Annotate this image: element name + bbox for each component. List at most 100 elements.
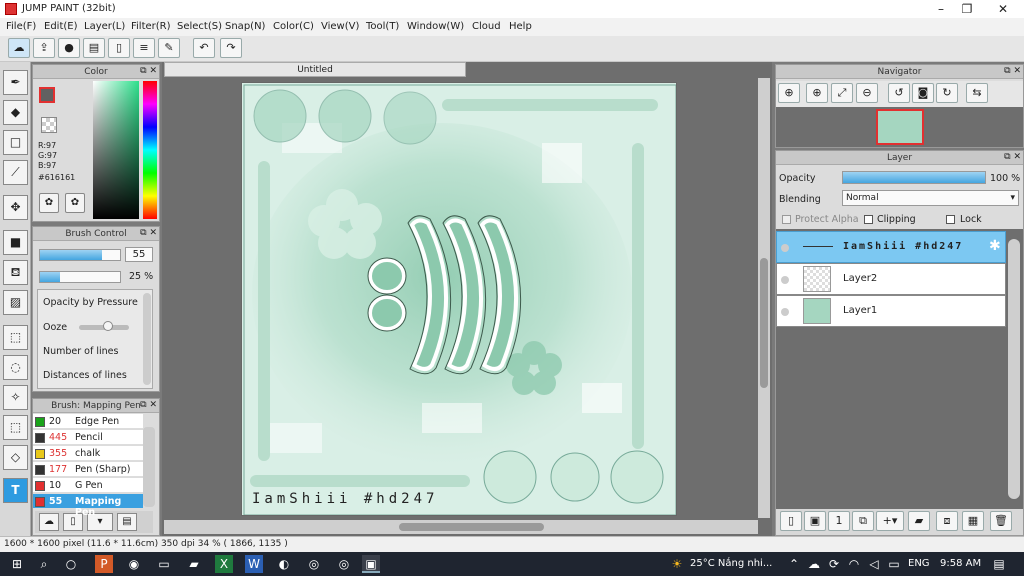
layer-list-scrollbar[interactable] (1008, 239, 1020, 499)
move-tool-icon[interactable]: ✥ (3, 195, 28, 220)
merge-layer-icon[interactable]: ⧈ (936, 511, 958, 531)
clear-layer-icon[interactable]: ▦ (962, 511, 984, 531)
palette-edit-icon[interactable]: ✿ (65, 193, 85, 213)
menu-color[interactable]: Color(C) (273, 21, 314, 32)
document-icon[interactable]: ▯ (108, 38, 130, 58)
gradient-tool-icon[interactable]: ▨ (3, 290, 28, 315)
menu-window[interactable]: Window(W) (407, 21, 464, 32)
panel-buttons-icon[interactable]: ⧉ ✕ (140, 66, 157, 76)
folder-icon[interactable]: ▰ (185, 555, 203, 573)
cloud-icon[interactable]: ☁ (8, 38, 30, 58)
ooze-slider-handle[interactable] (103, 321, 113, 331)
new-layer-icon[interactable]: ▯ (780, 511, 802, 531)
jump-paint-taskbar-icon[interactable]: ▣ (362, 555, 380, 573)
notifications-icon[interactable]: ▤ (990, 555, 1008, 573)
monitor-icon[interactable]: ▭ (155, 555, 173, 573)
brush-list-item[interactable]: 445 Pencil (33, 430, 143, 445)
brush-list-item[interactable]: 177 Pen (Sharp) (33, 462, 143, 477)
powerpoint-icon[interactable]: P (95, 555, 113, 573)
panel-buttons-icon[interactable]: ⧉ ✕ (140, 228, 157, 238)
app-icon[interactable]: ◉ (125, 555, 143, 573)
lasso-icon[interactable]: ◌ (3, 355, 28, 380)
zoom-fit-icon[interactable]: ⊕ (778, 83, 800, 103)
rectangle-tool-icon[interactable]: □ (3, 130, 28, 155)
panel-buttons-icon[interactable]: ⧉ ✕ (1004, 66, 1021, 76)
layer-row-layer1[interactable]: Layer1 (776, 295, 1006, 327)
add-layer-menu-icon[interactable]: +▾ (876, 511, 904, 531)
weather-text[interactable]: 25°C Nắng nhi... (690, 558, 772, 569)
zoom-in-icon[interactable]: ⊕ (806, 83, 828, 103)
menu-help[interactable]: Help (509, 21, 532, 32)
lock-checkbox[interactable] (946, 215, 955, 224)
maximize-button[interactable]: ❐ (950, 0, 984, 18)
brush-opacity-slider[interactable] (39, 271, 121, 283)
drawing-canvas[interactable]: IamShiii #hd247 (241, 82, 677, 516)
visibility-icon[interactable] (781, 244, 789, 252)
menu-snap[interactable]: Snap(N) (225, 21, 265, 32)
layer-opacity-slider[interactable] (842, 171, 986, 184)
magic-wand-icon[interactable]: ✧ (3, 385, 28, 410)
edge-icon[interactable]: ◐ (275, 555, 293, 573)
brush-size-slider[interactable] (39, 249, 121, 261)
visibility-icon[interactable] (781, 276, 789, 284)
share-icon[interactable]: ⇪ (33, 38, 55, 58)
menu-view[interactable]: View(V) (321, 21, 359, 32)
line-tool-icon[interactable]: ⟋ (3, 160, 28, 185)
brush-list-item[interactable]: 55 Mapping Pen (33, 494, 143, 518)
panel-buttons-icon[interactable]: ⧉ ✕ (1004, 152, 1021, 162)
chrome-profile-icon[interactable]: ◎ (335, 555, 353, 573)
task-view-icon[interactable]: ○ (62, 555, 80, 573)
start-icon[interactable]: ⊞ (8, 555, 26, 573)
keyboard-icon[interactable]: ▭ (885, 555, 903, 573)
menu-filter[interactable]: Filter(R) (131, 21, 171, 32)
chat-icon[interactable]: ▤ (83, 38, 105, 58)
brush-size-value[interactable]: 55 (125, 247, 153, 262)
redo-icon[interactable]: ↷ (220, 38, 242, 58)
select-rect-icon[interactable]: ⬚ (3, 325, 28, 350)
brush-options-scrollbar[interactable] (143, 293, 151, 385)
flip-icon[interactable]: ⇆ (966, 83, 988, 103)
zoom-out-icon[interactable]: ⊖ (856, 83, 878, 103)
clock[interactable]: 9:58 AM (940, 558, 981, 569)
layer-mode-icon[interactable]: 1 (828, 511, 850, 531)
document-tab[interactable]: Untitled (164, 62, 466, 77)
wifi-icon[interactable]: ◠ (845, 555, 863, 573)
chrome-icon[interactable]: ◎ (305, 555, 323, 573)
layer-row-layer2[interactable]: Layer2 (776, 263, 1006, 295)
menu-tool[interactable]: Tool(T) (366, 21, 399, 32)
delete-layer-icon[interactable]: 🗑 (990, 511, 1012, 531)
people-icon[interactable]: ⌃ (785, 555, 803, 573)
folder-icon[interactable]: ▰ (908, 511, 930, 531)
menu-layer[interactable]: Layer(L) (84, 21, 125, 32)
menu-file[interactable]: File(F) (6, 21, 36, 32)
clipping-checkbox[interactable] (864, 215, 873, 224)
rotate-right-icon[interactable]: ↻ (936, 83, 958, 103)
panel-buttons-icon[interactable]: ⧉ ✕ (140, 400, 157, 410)
duplicate-layer-icon[interactable]: ⧉ (852, 511, 874, 531)
saturation-value-picker[interactable] (93, 81, 139, 219)
sync-icon[interactable]: ⟳ (825, 555, 843, 573)
menu-edit[interactable]: Edit(E) (44, 21, 78, 32)
foreground-color-swatch[interactable] (39, 87, 55, 103)
hue-slider[interactable] (143, 81, 157, 219)
language-indicator[interactable]: ENG (908, 558, 930, 569)
brush-list-item[interactable]: 10 G Pen (33, 478, 143, 493)
undo-icon[interactable]: ↶ (193, 38, 215, 58)
pen-tool-icon[interactable]: ✒ (3, 70, 28, 95)
volume-icon[interactable]: ◁ (865, 555, 883, 573)
vertical-scrollbar[interactable] (758, 78, 770, 518)
blending-select[interactable]: Normal ▾ (842, 190, 1019, 206)
search-icon[interactable]: ⌕ (35, 555, 53, 573)
menu-cloud[interactable]: Cloud (472, 21, 501, 32)
excel-icon[interactable]: X (215, 555, 233, 573)
comment-icon[interactable]: ● (58, 38, 80, 58)
palette-icon[interactable]: ✿ (39, 193, 59, 213)
word-icon[interactable]: W (245, 555, 263, 573)
brush-cloud-icon[interactable]: ☁ (39, 513, 59, 531)
transparent-color-swatch[interactable] (41, 117, 57, 133)
bucket-tool-icon[interactable]: ⛾ (3, 260, 28, 285)
select-pen-icon[interactable]: ⬚ (3, 415, 28, 440)
menu-select[interactable]: Select(S) (177, 21, 222, 32)
visibility-icon[interactable] (781, 308, 789, 316)
new-layer-folder-icon[interactable]: ▣ (804, 511, 826, 531)
